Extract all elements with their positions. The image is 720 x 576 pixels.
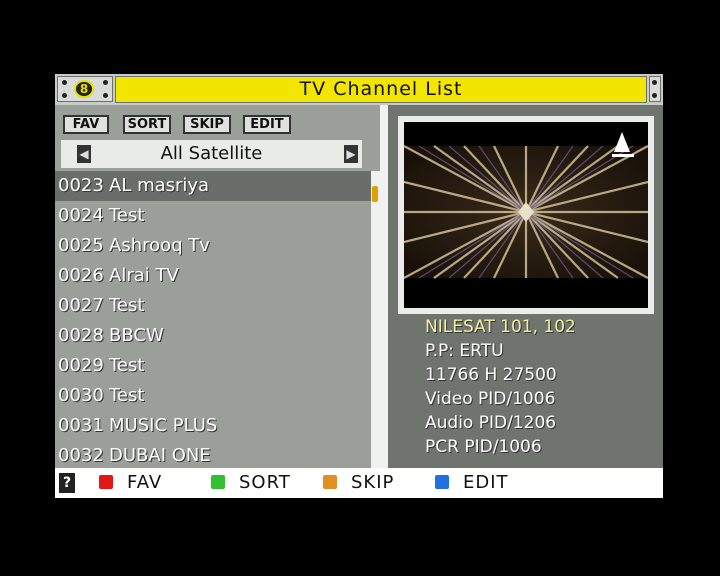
channel-name: Test [109,355,145,376]
blue-key-icon [435,475,449,489]
title-bar: 8 TV Channel List [55,74,663,105]
satellite-selector[interactable]: All Satellite ◀ ▶ [61,140,362,168]
help-icon[interactable]: ? [59,473,75,493]
video-preview [404,122,648,308]
channel-info: NILESAT 101, 102 P.P: ERTU 11766 H 27500… [425,315,576,459]
channel-number: 0024 [58,205,104,226]
green-key-icon [211,475,225,489]
info-panel: NILESAT 101, 102 P.P: ERTU 11766 H 27500… [388,105,663,468]
channel-row[interactable]: 0025 Ashrooq Tv [55,231,371,261]
channel-row[interactable]: 0028 BBCW [55,321,371,351]
filter-fav-button[interactable]: FAV [63,115,109,134]
channel-number: 0026 [58,265,104,286]
channel-number: 0029 [58,355,104,376]
filter-sort-button[interactable]: SORT [123,115,171,134]
channel-panel: FAV SORT SKIP EDIT All Satellite ◀ ▶ 002… [55,105,380,468]
channel-number: 0030 [58,385,104,406]
color-key-bar: ? FAV SORT SKIP EDIT [55,468,663,498]
channel-number: 0028 [58,325,104,346]
info-video-pid: Video PID/1006 [425,389,556,409]
channel-name: DUBAI ONE [109,445,211,466]
info-pcr-pid: PCR PID/1006 [425,437,542,457]
info-frequency: 11766 H 27500 [425,365,557,385]
channel-row[interactable]: 0026 Alrai TV [55,261,371,291]
prev-satellite-icon[interactable]: ◀ [77,145,91,163]
channel-scrollbar[interactable] [371,171,380,468]
page-title: TV Channel List [115,76,647,103]
next-satellite-icon[interactable]: ▶ [344,145,358,163]
filter-skip-button[interactable]: SKIP [183,115,231,134]
channel-list-screen: 8 TV Channel List FAV SORT SKIP EDIT All… [55,74,663,498]
channel-name: Test [109,205,145,226]
channel-row[interactable]: 0024 Test [55,201,371,231]
video-pattern [404,122,648,308]
channel-name: Test [109,385,145,406]
red-key-icon [99,475,113,489]
title-bar-cap [649,76,661,102]
channel-number: 0027 [58,295,104,316]
video-preview-frame [398,116,654,314]
channel-number: 0032 [58,445,104,466]
channel-name: Ashrooq Tv [109,235,210,256]
channel-number: 0025 [58,235,104,256]
panel-divider [380,105,388,468]
satellite-name: All Satellite [160,143,263,164]
channel-number: 0031 [58,415,104,436]
channel-name: Test [109,295,145,316]
info-audio-pid: Audio PID/1206 [425,413,557,433]
lock-icon: 8 [57,76,113,102]
channel-row[interactable]: 0030 Test [55,381,371,411]
channel-row[interactable]: 0032 DUBAI ONE [55,441,371,471]
channel-row[interactable]: 0031 MUSIC PLUS [55,411,371,441]
yellow-key-icon [323,475,337,489]
channel-name: MUSIC PLUS [109,415,218,436]
channel-number: 0023 [58,175,104,196]
filter-edit-button[interactable]: EDIT [243,115,291,134]
channel-row[interactable]: 0029 Test [55,351,371,381]
channel-name: BBCW [109,325,164,346]
info-provider: P.P: ERTU [425,341,504,361]
channel-row-selected[interactable]: 0023 AL masriya [55,171,371,201]
channel-row[interactable]: 0027 Test [55,291,371,321]
scrollbar-thumb[interactable] [372,186,378,202]
channel-name: AL masriya [109,175,210,196]
channel-name: Alrai TV [109,265,179,286]
info-satellite: NILESAT 101, 102 [425,317,576,337]
